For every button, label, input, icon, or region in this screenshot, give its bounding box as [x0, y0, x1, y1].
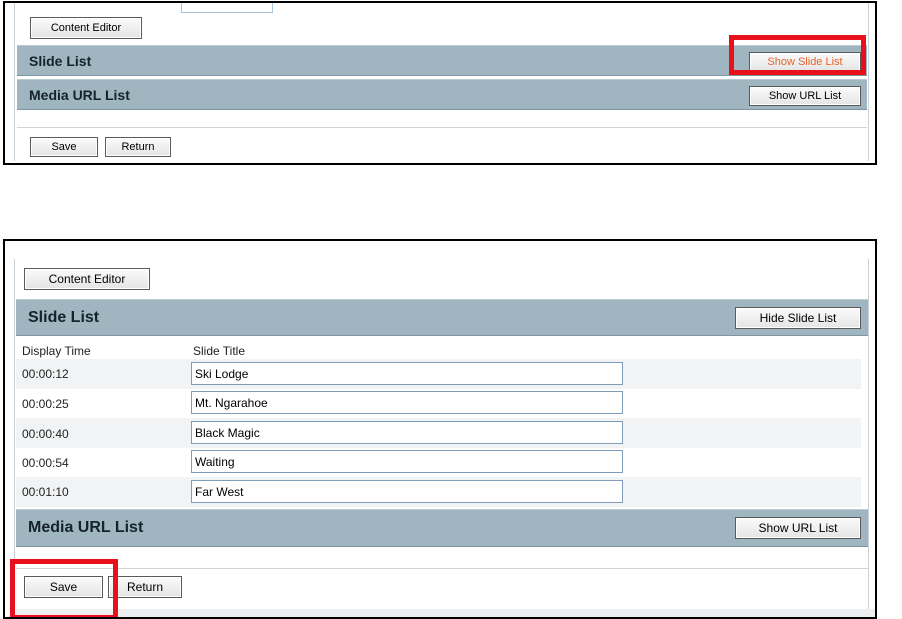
- content-editor-button[interactable]: Content Editor: [24, 268, 150, 290]
- cropped-field-edge: [181, 3, 273, 13]
- show-slide-list-highlight: [729, 35, 866, 75]
- footer-bottom-shade: [16, 609, 875, 617]
- media-url-list-bar: Media URL List: [17, 79, 867, 110]
- footer-separator: [17, 127, 867, 128]
- content-editor-button[interactable]: Content Editor: [30, 17, 142, 39]
- show-url-list-button[interactable]: Show URL List: [735, 517, 861, 539]
- display-time-cell: 00:00:25: [22, 397, 69, 411]
- slide-list-title: Slide List: [29, 52, 92, 69]
- column-header-display-time: Display Time: [22, 344, 91, 358]
- slide-title-input[interactable]: [191, 362, 623, 385]
- expanded-panel-screenshot: Content Editor Slide List Hide Slide Lis…: [3, 239, 877, 619]
- collapsed-panel-screenshot: Content Editor Slide List Show Slide Lis…: [3, 1, 877, 165]
- display-time-cell: 00:00:40: [22, 427, 69, 441]
- display-time-cell: 00:00:12: [22, 367, 69, 381]
- hide-slide-list-button[interactable]: Hide Slide List: [735, 307, 861, 329]
- display-time-cell: 00:01:10: [22, 485, 69, 499]
- column-header-slide-title: Slide Title: [193, 344, 246, 358]
- media-url-list-title: Media URL List: [28, 519, 144, 536]
- slide-title-input[interactable]: [191, 391, 623, 414]
- return-button[interactable]: Return: [108, 576, 182, 598]
- slide-title-input[interactable]: [191, 421, 623, 444]
- show-url-list-button[interactable]: Show URL List: [749, 86, 861, 106]
- slide-title-input[interactable]: [191, 480, 623, 503]
- media-url-list-title: Media URL List: [29, 86, 130, 103]
- return-button[interactable]: Return: [105, 137, 171, 157]
- slide-list-title: Slide List: [28, 308, 100, 326]
- display-time-cell: 00:00:54: [22, 456, 69, 470]
- slide-title-input[interactable]: [191, 450, 623, 473]
- save-button[interactable]: Save: [30, 137, 98, 157]
- save-button-highlight: [10, 559, 118, 617]
- footer-separator: [16, 568, 868, 569]
